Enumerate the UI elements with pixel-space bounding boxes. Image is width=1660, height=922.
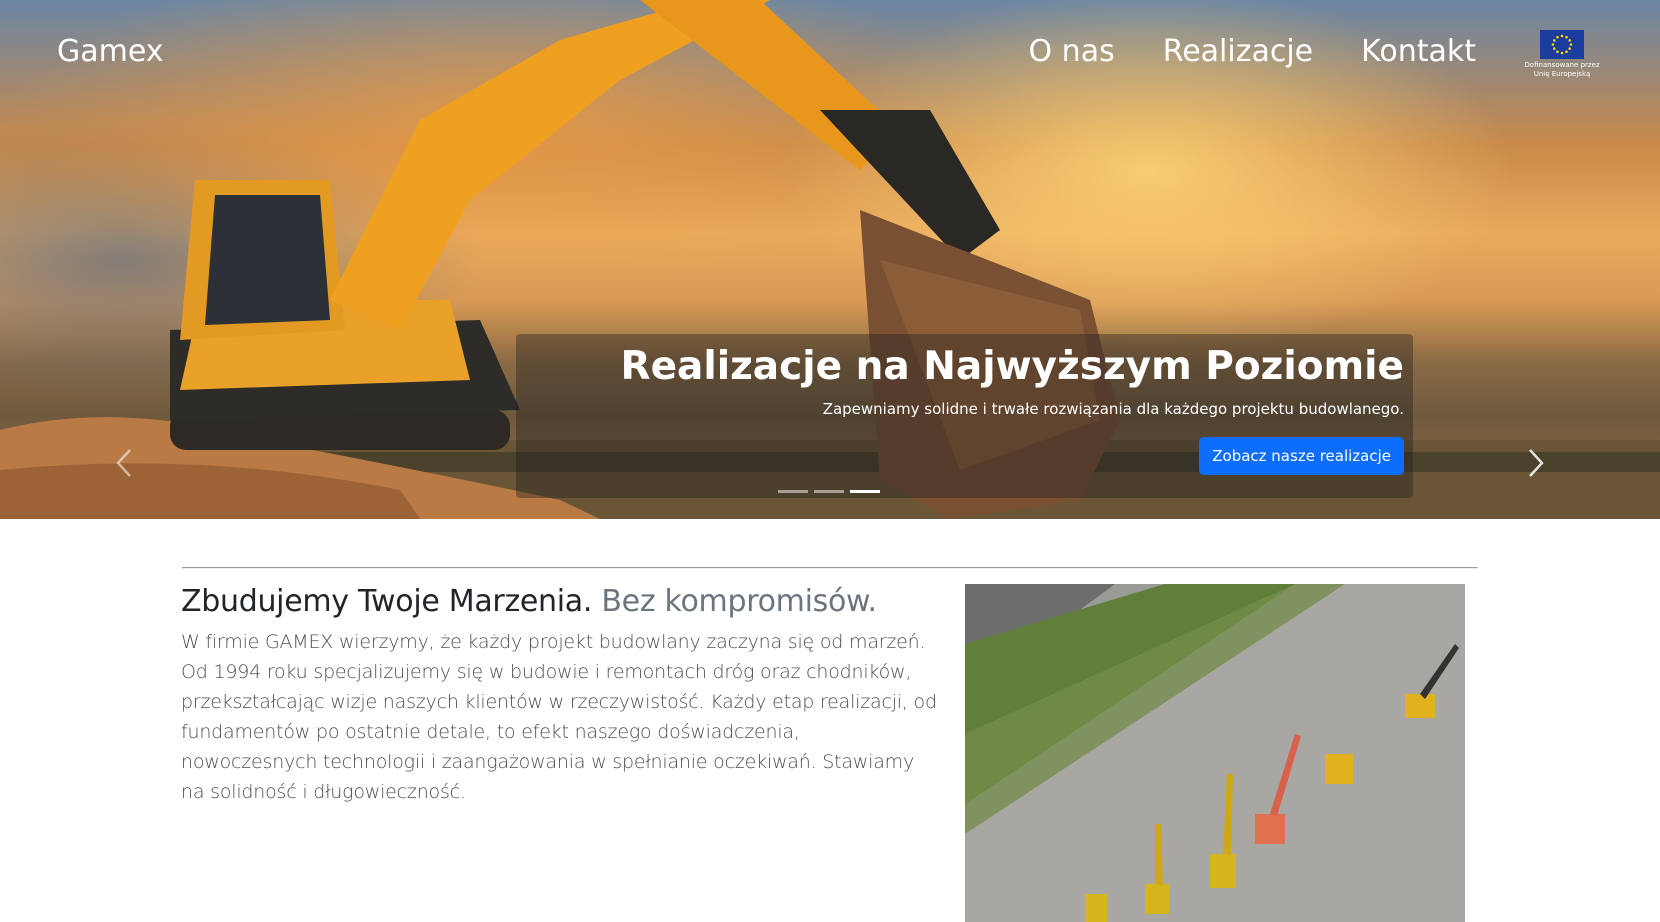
feature-heading-main: Zbudujemy Twoje Marzenia. <box>181 584 593 619</box>
eu-badge-line2: Unię Europejską <box>1533 70 1591 78</box>
see-projects-button[interactable]: Zobacz nasze realizacje <box>1199 437 1404 475</box>
carousel-caption-text: Zapewniamy solidne i trwałe rozwiązania … <box>822 400 1404 418</box>
nav-link-realizacje[interactable]: Realizacje <box>1163 34 1313 69</box>
feature-heading: Zbudujemy Twoje Marzenia. Bez kompromisó… <box>181 584 877 619</box>
hero-carousel: Gamex O nas Realizacje Kontakt Dofinanso… <box>0 0 1660 519</box>
eu-badge-line1: Dofinansowane przez <box>1524 61 1600 69</box>
nav-link-kontakt[interactable]: Kontakt <box>1361 34 1476 69</box>
carousel-prev-button[interactable] <box>104 438 144 488</box>
chevron-left-icon <box>116 449 131 477</box>
eu-flag-icon <box>1540 30 1584 59</box>
feature-heading-muted: Bez kompromisów. <box>601 584 877 619</box>
nav-link-o-nas[interactable]: O nas <box>1029 34 1115 69</box>
carousel-indicators <box>778 490 880 493</box>
carousel-indicator-3[interactable] <box>850 490 880 493</box>
featurette-divider <box>182 567 1478 569</box>
carousel-next-button[interactable] <box>1516 438 1556 488</box>
carousel-indicator-1[interactable] <box>778 490 808 493</box>
carousel-indicator-2[interactable] <box>814 490 844 493</box>
chevron-right-icon <box>1529 449 1544 477</box>
main-nav: O nas Realizacje Kontakt <box>1029 34 1476 69</box>
eu-badge-text: Dofinansowane przez Unię Europejską <box>1520 61 1604 79</box>
feature-image <box>965 584 1465 922</box>
carousel-caption-title: Realizacje na Najwyższym Poziomie <box>620 344 1404 389</box>
carousel-caption: Realizacje na Najwyższym Poziomie Zapewn… <box>516 334 1413 498</box>
feature-description: W firmie GAMEX wierzymy, że każdy projek… <box>181 631 937 803</box>
brand-logo[interactable]: Gamex <box>57 34 164 69</box>
eu-funding-badge[interactable]: Dofinansowane przez Unię Europejską <box>1520 30 1604 79</box>
aerial-construction-image <box>965 584 1465 922</box>
